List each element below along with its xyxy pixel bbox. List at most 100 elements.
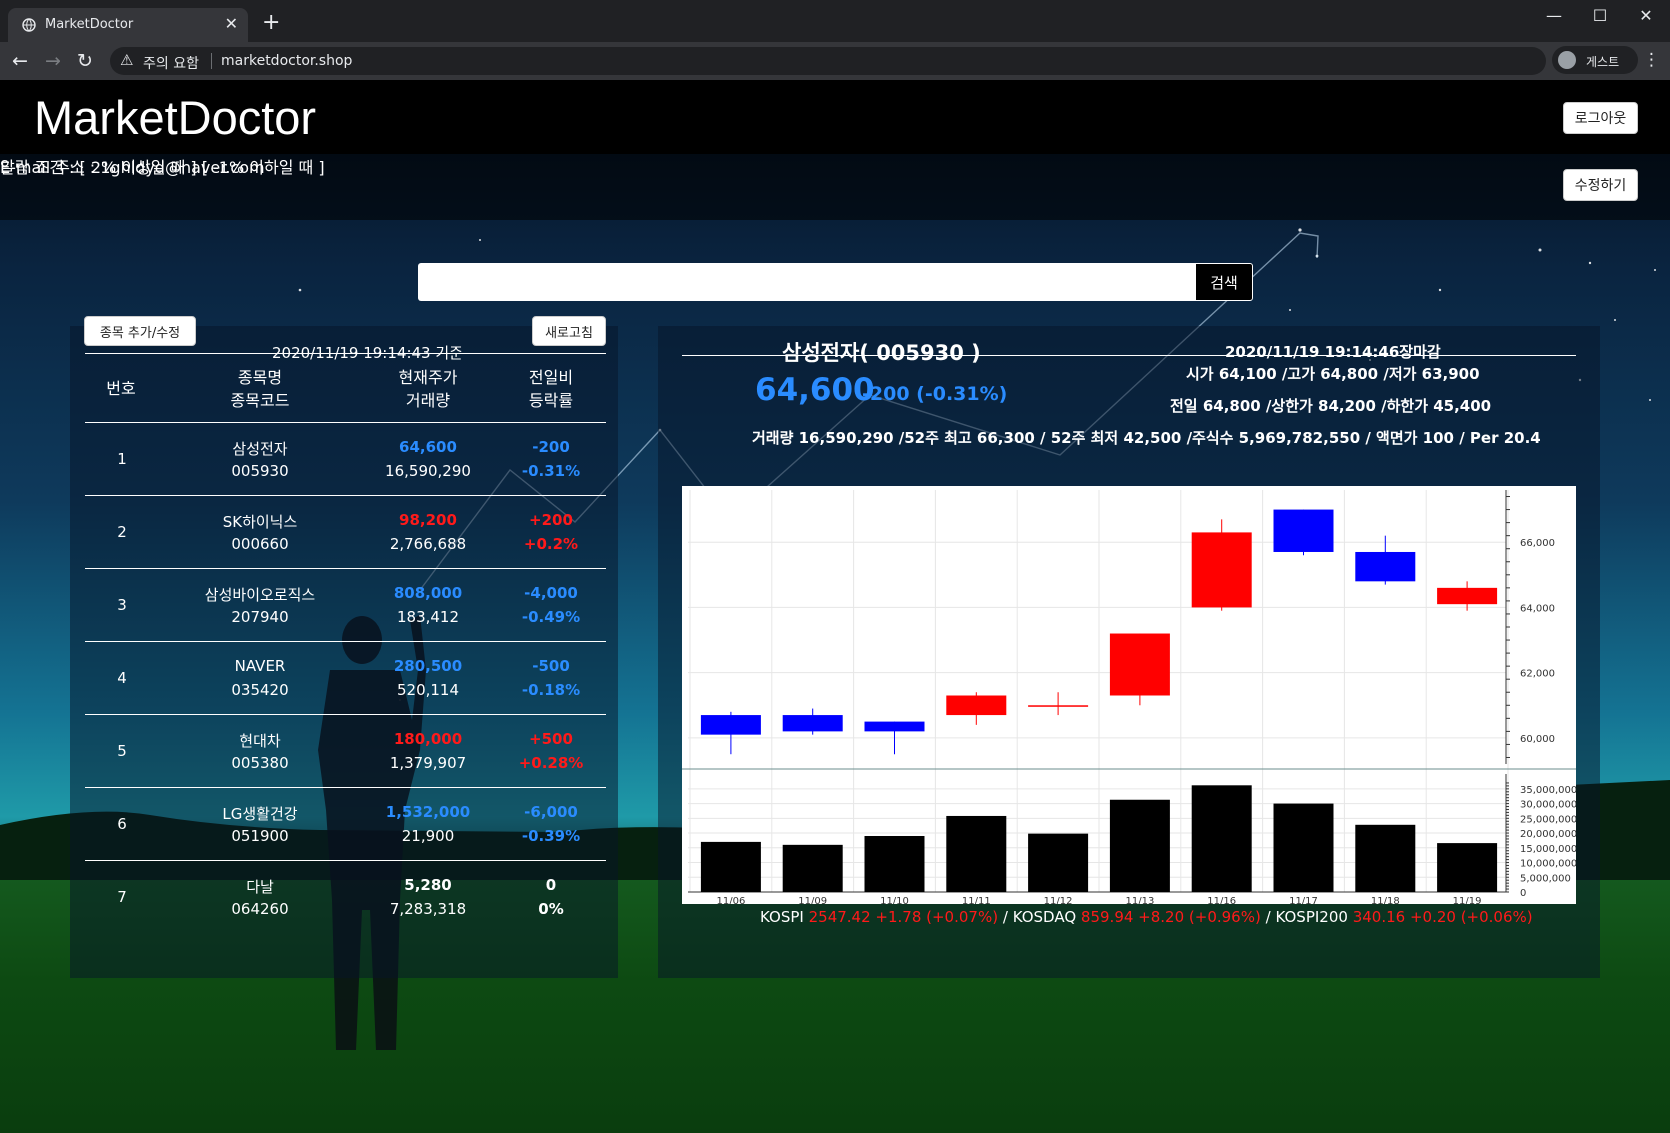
detail-rule [682, 355, 1576, 356]
kospi-label: KOSPI [760, 908, 804, 926]
volume-tick-label: 20,000,000 [1520, 829, 1576, 840]
candle-body [1028, 705, 1089, 707]
add-stock-button[interactable]: 종목 추가/수정 [84, 316, 196, 346]
browser-tabstrip: MarketDoctor ✕ + — ☐ ✕ [0, 0, 1670, 42]
volume-bar [1028, 833, 1089, 892]
chart-svg: 60,000 62,000 64,000 66,000 0 5,000,000 10,000… [682, 490, 1577, 907]
volume-bar [1355, 824, 1416, 892]
stock-rate: -0.31% [521, 462, 581, 480]
index-separator: / [1265, 908, 1271, 926]
browser-tab[interactable]: MarketDoctor ✕ [8, 8, 248, 42]
candle-body [700, 715, 761, 735]
stock-code: 005930 [231, 462, 289, 480]
back-icon[interactable]: ← [12, 50, 28, 72]
search-button[interactable]: 검색 [1195, 263, 1253, 301]
window-close-icon[interactable]: ✕ [1636, 6, 1656, 25]
price-volume-chart[interactable]: 60,000 62,000 64,000 66,000 0 5,000,000 10,000… [682, 486, 1577, 907]
volume-tick-label: 35,000,000 [1520, 785, 1576, 796]
minimize-icon[interactable]: — [1544, 6, 1564, 25]
row-number: 2 [117, 523, 127, 541]
alarm-condition-line: 알람 조건 : [ 2% 이상일 때 ] [ -1% 이하일 때 ] [0, 158, 325, 177]
index-separator: / [1002, 908, 1008, 926]
search-input[interactable] [418, 263, 1197, 301]
current-price: 64,600 [755, 372, 875, 408]
col-header-no: 번호 [106, 379, 136, 398]
row-number: 4 [117, 669, 127, 687]
volume-bar [1191, 785, 1252, 892]
x-tick-label: 11/19 [1453, 896, 1482, 904]
candle-body [946, 695, 1007, 716]
x-tick-label: 11/12 [1044, 896, 1073, 904]
volume-bar [864, 836, 925, 892]
stock-rate: +0.28% [518, 754, 584, 772]
x-tick-label: 11/11 [962, 896, 991, 904]
forward-icon[interactable]: → [45, 50, 61, 72]
security-label[interactable]: 주의 요함 [143, 53, 199, 73]
col-header-name: 종목명 [237, 368, 283, 387]
stock-timestamp: 2020/11/19 19:14:46장마감 [1225, 343, 1441, 361]
price-tick-label: 62,000 [1520, 669, 1555, 680]
x-tick-label: 11/13 [1125, 896, 1154, 904]
address-bar[interactable]: ⚠ 주의 요함 marketdoctor.shop [110, 47, 1546, 75]
candle-body [1109, 633, 1170, 696]
volume-bar [700, 841, 761, 892]
candle-body [864, 721, 925, 732]
stock-name: LG생활건강 [222, 805, 298, 823]
tab-title: MarketDoctor [45, 17, 134, 32]
market-index-line: KOSPI 2547.42 +1.78 (+0.07%) / KOSDAQ 85… [760, 908, 1533, 926]
volume-tick-label: 0 [1520, 888, 1526, 899]
stock-rate: -0.39% [521, 827, 581, 845]
stock-code: 035420 [231, 681, 289, 699]
x-tick-label: 11/18 [1371, 896, 1400, 904]
stock-title: 삼성전자( 005930 ) [782, 341, 981, 365]
volume-bar [782, 844, 843, 892]
stock-code: 064260 [231, 900, 289, 918]
candle-body [1273, 509, 1334, 552]
stock-code: 005380 [231, 754, 289, 772]
volume-tick-label: 10,000,000 [1520, 859, 1576, 870]
maximize-icon[interactable]: ☐ [1590, 6, 1610, 25]
logout-button[interactable]: 로그아웃 [1563, 102, 1638, 134]
stock-rate: 0% [538, 900, 564, 918]
volume-tick-label: 15,000,000 [1520, 844, 1576, 855]
stock-name: 현대차 [239, 732, 281, 750]
globe-icon [22, 18, 36, 32]
profile-button[interactable]: 게스트 [1552, 46, 1638, 74]
volume-bar [946, 815, 1007, 892]
stock-rate: -0.49% [521, 608, 581, 626]
stock-code: 051900 [231, 827, 289, 845]
browser-toolbar: ← → ↻ ⚠ 주의 요함 marketdoctor.shop 게스트 ⋮ [0, 42, 1670, 80]
stock-name: 삼성전자 [232, 440, 288, 458]
kosdaq-value: 859.94 +8.20 (+0.96%) [1080, 908, 1261, 926]
stock-name: 다날 [246, 878, 274, 896]
col-header-rate: 등락률 [528, 391, 574, 410]
stock-name: NAVER [234, 657, 286, 675]
stock-rate: -0.18% [521, 681, 581, 699]
kospi200-label: KOSPI200 [1275, 908, 1348, 926]
col-header-diff: 전일비 [528, 368, 574, 387]
candle-body [1437, 587, 1498, 605]
row-number: 1 [117, 450, 127, 468]
url-text[interactable]: marketdoctor.shop [221, 53, 352, 69]
col-header-code: 종목코드 [230, 391, 290, 410]
volume-bar [1273, 803, 1334, 892]
row-number: 7 [117, 888, 127, 906]
x-tick-label: 11/09 [798, 896, 827, 904]
tab-close-icon[interactable]: ✕ [225, 14, 238, 33]
row-number: 6 [117, 815, 127, 833]
stock-name: SK하이닉스 [222, 513, 298, 531]
warning-icon[interactable]: ⚠ [120, 51, 133, 69]
refresh-button[interactable]: 새로고침 [532, 316, 606, 346]
limits-info: 전일 64,800 /상한가 84,200 /하한가 45,400 [1170, 397, 1492, 415]
site-logo[interactable]: MarketDoctor [34, 90, 316, 145]
stock-diff: -200 [532, 438, 570, 456]
candle-body [782, 715, 843, 732]
volume-tick-label: 25,000,000 [1520, 814, 1576, 825]
stock-name: 삼성바이오로직스 [204, 586, 316, 604]
menu-icon[interactable]: ⋮ [1643, 50, 1660, 70]
volume-tick-label: 30,000,000 [1520, 800, 1576, 811]
volume-bar [1109, 799, 1170, 892]
edit-alarm-button[interactable]: 수정하기 [1563, 169, 1638, 201]
reload-icon[interactable]: ↻ [77, 50, 93, 72]
new-tab-button[interactable]: + [262, 10, 280, 35]
